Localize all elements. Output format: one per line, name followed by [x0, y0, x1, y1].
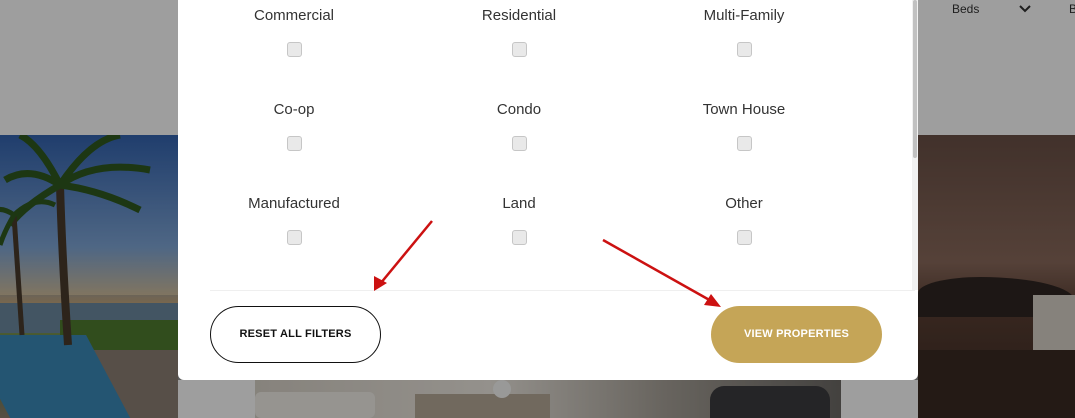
property-type-multi-family[interactable]: Multi-Family	[654, 7, 834, 57]
condo-checkbox[interactable]	[511, 136, 527, 151]
option-label: Commercial	[253, 7, 334, 24]
property-type-town-house[interactable]: Town House	[654, 101, 834, 151]
property-type-land[interactable]: Land	[429, 195, 609, 245]
town-house-checkbox[interactable]	[736, 136, 752, 151]
property-type-other[interactable]: Other	[654, 195, 834, 245]
option-label: Land	[502, 195, 536, 212]
commercial-checkbox[interactable]	[286, 42, 302, 57]
view-properties-button[interactable]: VIEW PROPERTIES	[711, 306, 882, 363]
option-label: Other	[725, 195, 763, 212]
option-label: Manufactured	[248, 195, 340, 212]
option-label: Residential	[481, 7, 557, 24]
property-type-manufactured[interactable]: Manufactured	[204, 195, 384, 245]
option-label: Condo	[496, 101, 542, 118]
residential-checkbox[interactable]	[511, 42, 527, 57]
manufactured-checkbox[interactable]	[286, 230, 302, 245]
option-label: Town House	[702, 101, 786, 118]
property-type-co-op[interactable]: Co-op	[204, 101, 384, 151]
option-label: Co-op	[273, 101, 315, 118]
property-type-condo[interactable]: Condo	[429, 101, 609, 151]
modal-scrollbar-thumb[interactable]	[913, 0, 917, 158]
option-label: Multi-Family	[703, 7, 785, 24]
reset-all-filters-button[interactable]: RESET ALL FILTERS	[210, 306, 381, 363]
property-type-commercial[interactable]: Commercial	[204, 7, 384, 57]
co-op-checkbox[interactable]	[286, 136, 302, 151]
property-type-residential[interactable]: Residential	[429, 7, 609, 57]
other-checkbox[interactable]	[736, 230, 752, 245]
multi-family-checkbox[interactable]	[736, 42, 752, 57]
land-checkbox[interactable]	[511, 230, 527, 245]
modal-footer-divider	[210, 290, 915, 291]
